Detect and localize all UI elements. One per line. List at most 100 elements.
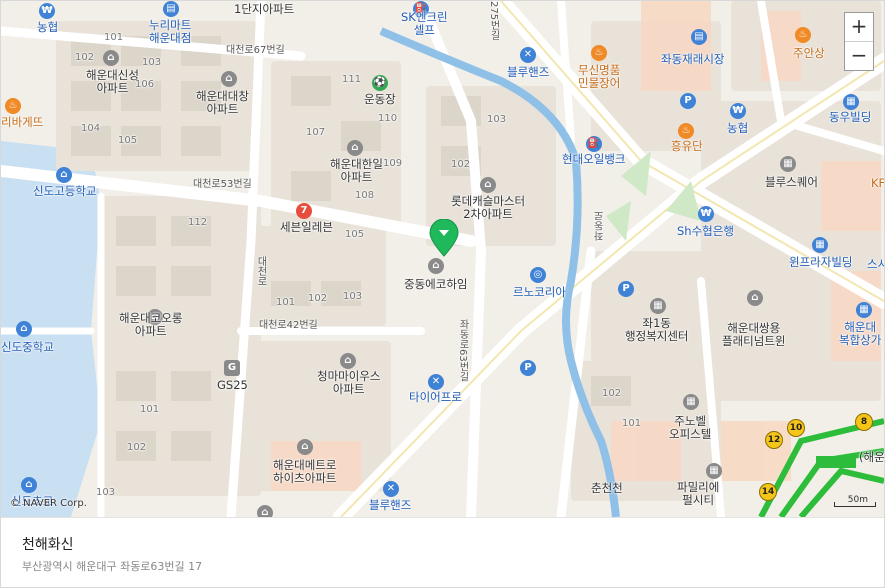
restaurant-icon-4[interactable]: ♨ bbox=[5, 98, 21, 114]
school-icon-3[interactable]: ⌂ bbox=[21, 477, 37, 493]
bank-icon-3[interactable]: ₩ bbox=[698, 206, 714, 222]
gas-station-icon-2[interactable]: ⛽ bbox=[586, 136, 602, 152]
zoom-out-button[interactable]: − bbox=[845, 42, 873, 70]
apartment-icon-6[interactable]: ⌂ bbox=[747, 290, 763, 306]
poi-jungdong-eco[interactable]: 중동에코하임 bbox=[404, 278, 467, 291]
building-icon-2[interactable]: ▦ bbox=[780, 156, 796, 172]
mart-icon[interactable]: ▤ bbox=[163, 1, 179, 17]
poi-heungyudan[interactable]: 흥유단 bbox=[671, 140, 703, 153]
poi-haeundae-hanil[interactable]: 해운대한일 아파트 bbox=[330, 158, 383, 184]
apartment-icon-4[interactable]: ⌂ bbox=[480, 177, 496, 193]
convenience-icon[interactable]: 7 bbox=[296, 203, 312, 219]
convenience-icon-2[interactable]: G bbox=[224, 360, 240, 376]
parking-icon[interactable]: P bbox=[680, 93, 696, 109]
car-repair-icon-3[interactable]: ✕ bbox=[383, 481, 399, 497]
poi-jwa1dong[interactable]: 좌1동 행정복지센터 bbox=[625, 317, 688, 343]
poi-haeundae-daewoo[interactable]: 해운대쌍용 플래티넘트윈 bbox=[722, 322, 785, 348]
poi-chunseon[interactable]: 춘천천 bbox=[591, 482, 623, 495]
car-repair-icon[interactable]: ✕ bbox=[520, 47, 536, 63]
poi-bluehands-top[interactable]: 블루핸즈 bbox=[507, 66, 549, 79]
restaurant-icon-3[interactable]: ♨ bbox=[678, 123, 694, 139]
apartment-icon-8[interactable]: ⌂ bbox=[340, 353, 356, 369]
poi-haeundae-koorong[interactable]: 해운대코오롱 아파트 bbox=[119, 312, 182, 338]
building-number: 110 bbox=[378, 113, 398, 124]
building-number: 106 bbox=[135, 79, 155, 90]
apartment-icon-9[interactable]: ⌂ bbox=[297, 439, 313, 455]
poi-junobel[interactable]: 주노벨 오피스텔 bbox=[669, 415, 711, 441]
poi-lotte-castle[interactable]: 롯데캐슬마스터 2차아파트 bbox=[451, 195, 525, 221]
apartment-icon-3[interactable]: ⌂ bbox=[347, 140, 363, 156]
scale-bar-line bbox=[834, 502, 876, 507]
building-icon-3[interactable]: ▦ bbox=[812, 237, 828, 253]
poi-haeundae-metro[interactable]: 해운대메트로 하이츠아파트 bbox=[273, 459, 336, 485]
place-name[interactable]: 천해화신 bbox=[22, 534, 74, 554]
parking-icon-3[interactable]: P bbox=[520, 360, 536, 376]
building-icon[interactable]: ▦ bbox=[843, 94, 859, 110]
poi-sk-encleanself[interactable]: SK엔크린 셀프 bbox=[401, 11, 448, 37]
stadium-icon[interactable]: ⚽ bbox=[372, 75, 388, 91]
building-icon-5[interactable]: ▦ bbox=[683, 394, 699, 410]
poi-kf[interactable]: KF bbox=[871, 177, 884, 190]
building-number: 104 bbox=[81, 123, 101, 134]
poi-haeundae-daechang[interactable]: 해운대대창 아파트 bbox=[196, 90, 249, 116]
parking-icon-2[interactable]: P bbox=[618, 281, 634, 297]
subway-line-10-icon[interactable]: 10 bbox=[787, 419, 805, 437]
bank-icon[interactable]: ₩ bbox=[39, 3, 55, 19]
poi-nonghyup-tl[interactable]: 농협 bbox=[37, 21, 58, 34]
poi-musin[interactable]: 무신명품 민물장어 bbox=[578, 64, 620, 90]
map-canvas[interactable]: ₩ ▤ ⛽ ✕ ♨ ▤ ♨ ₩ ▦ P ♨ ♨ ⚽ ⌂ ⌂ ⌂ ⌂ ⛽ ▦ ⌂ … bbox=[1, 1, 884, 517]
building-number: 102 bbox=[451, 159, 471, 170]
building-icon-6[interactable]: ▦ bbox=[706, 463, 722, 479]
restaurant-icon[interactable]: ♨ bbox=[591, 45, 607, 61]
location-pin-icon[interactable] bbox=[429, 219, 459, 257]
poi-nurimart[interactable]: 누리마트 해운대점 bbox=[149, 19, 191, 45]
poi-gs25[interactable]: GS25 bbox=[217, 379, 248, 392]
building-number: 101 bbox=[276, 297, 296, 308]
poi-tireopro[interactable]: 타이어프로 bbox=[409, 391, 462, 404]
poi-haeundae-sinsung[interactable]: 해운대신성 아파트 bbox=[86, 69, 139, 95]
school-icon[interactable]: ⌂ bbox=[56, 167, 72, 183]
bank-icon-2[interactable]: ₩ bbox=[730, 103, 746, 119]
zoom-in-button[interactable]: + bbox=[845, 13, 873, 41]
subway-line-8-icon[interactable]: 8 bbox=[855, 413, 873, 431]
subway-line-12-icon[interactable]: 12 bbox=[765, 431, 783, 449]
poi-nonghyup-tr[interactable]: 농협 bbox=[727, 122, 748, 135]
poi-hyundai-oil[interactable]: 현대오일뱅크 bbox=[562, 153, 625, 166]
poi-sr[interactable]: 스시 bbox=[867, 258, 884, 271]
school-icon-2[interactable]: ⌂ bbox=[16, 321, 32, 337]
building-icon-4[interactable]: ▦ bbox=[856, 302, 872, 318]
poi-libage[interactable]: 리바게뜨 bbox=[1, 116, 43, 129]
car-brand-icon[interactable]: ◎ bbox=[530, 267, 546, 283]
poi-unrodong[interactable]: 운동장 bbox=[364, 93, 396, 106]
poi-seven-eleven[interactable]: 세븐일레븐 bbox=[280, 221, 333, 234]
poi-juansang[interactable]: 주안상 bbox=[793, 47, 825, 60]
poi-bluehands-bottom[interactable]: 블루핸즈 bbox=[369, 499, 411, 512]
government-icon[interactable]: ▦ bbox=[650, 298, 666, 314]
poi-haeundae-bokhap[interactable]: 해운대 복합상가 bbox=[839, 321, 881, 347]
poi-danji1[interactable]: 1단지아파트 bbox=[234, 3, 294, 16]
poi-sh-bank[interactable]: Sh수협은행 bbox=[677, 225, 734, 238]
poi-leno-korea[interactable]: 르노코리아 bbox=[513, 286, 566, 299]
poi-chungmaa[interactable]: 청마마이우스 아파트 bbox=[317, 370, 380, 396]
poi-sindo-high[interactable]: 신도고등학교 bbox=[33, 185, 96, 198]
restaurant-icon-2[interactable]: ♨ bbox=[795, 27, 811, 43]
apartment-icon-5[interactable]: ⌂ bbox=[428, 258, 444, 274]
apartment-icon-2[interactable]: ⌂ bbox=[221, 71, 237, 87]
poi-winpeura[interactable]: 윈프라자빌딩 bbox=[789, 256, 852, 269]
market-icon[interactable]: ▤ bbox=[691, 29, 707, 45]
car-repair-icon-2[interactable]: ✕ bbox=[428, 374, 444, 390]
poi-blue-square[interactable]: 블루스퀘어 bbox=[765, 176, 818, 189]
poi-haeun-station[interactable]: (해운 bbox=[859, 451, 884, 464]
apartment-icon-10[interactable]: ⌂ bbox=[257, 505, 273, 517]
subway-line-14-icon[interactable]: 14 bbox=[759, 483, 777, 501]
poi-sindo-middle[interactable]: 신도중학교 bbox=[1, 341, 54, 354]
building-number: 102 bbox=[127, 442, 147, 453]
poi-paramilie[interactable]: 파밀리에 펄시티 bbox=[677, 481, 719, 507]
building-number: 102 bbox=[602, 388, 622, 399]
apartment-icon[interactable]: ⌂ bbox=[103, 50, 119, 66]
poi-jwadong-market[interactable]: 좌동재래시장 bbox=[661, 53, 724, 66]
map-copyright: © NAVER Corp. bbox=[10, 498, 87, 509]
map-widget: ₩ ▤ ⛽ ✕ ♨ ▤ ♨ ₩ ▦ P ♨ ♨ ⚽ ⌂ ⌂ ⌂ ⌂ ⛽ ▦ ⌂ … bbox=[0, 0, 885, 588]
poi-dongwoo[interactable]: 동우빌딩 bbox=[829, 111, 871, 124]
road-daecheon42: 대천로42번길 bbox=[259, 320, 318, 331]
